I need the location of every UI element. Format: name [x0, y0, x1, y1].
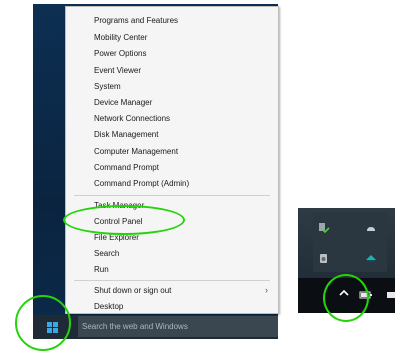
chevron-right-icon: › [265, 285, 268, 295]
menu-item-command-prompt-admin[interactable]: Command Prompt (Admin) [94, 176, 189, 192]
menu-item-shut-down-or-sign-out[interactable]: Shut down or sign out [94, 283, 171, 299]
defender-icon[interactable] [365, 252, 377, 264]
menu-separator [74, 280, 270, 281]
menu-item-device-manager[interactable]: Device Manager [94, 95, 152, 111]
safely-remove-hardware-icon[interactable] [318, 222, 330, 234]
menu-item-desktop[interactable]: Desktop [94, 299, 123, 315]
menu-item-programs-and-features[interactable]: Programs and Features [94, 13, 178, 29]
menu-item-search[interactable]: Search [94, 246, 119, 262]
power-user-menu: Programs and Features Mobility Center Po… [65, 6, 279, 314]
highlight-circle-start [15, 295, 71, 351]
onedrive-icon[interactable] [365, 222, 377, 234]
menu-item-command-prompt[interactable]: Command Prompt [94, 160, 159, 176]
highlight-circle-tray [323, 274, 369, 322]
menu-item-event-viewer[interactable]: Event Viewer [94, 63, 141, 79]
menu-item-power-options[interactable]: Power Options [94, 46, 146, 62]
hidden-icons-flyout [313, 212, 387, 272]
menu-item-disk-management[interactable]: Disk Management [94, 127, 158, 143]
network-icon[interactable] [387, 290, 395, 300]
taskbar-search-box[interactable]: Search the web and Windows [78, 316, 278, 337]
menu-item-mobility-center[interactable]: Mobility Center [94, 30, 147, 46]
highlight-ellipse-control-panel [63, 205, 185, 235]
menu-item-run[interactable]: Run [94, 262, 109, 278]
menu-item-network-connections[interactable]: Network Connections [94, 111, 170, 127]
menu-item-computer-management[interactable]: Computer Management [94, 144, 178, 160]
menu-item-system[interactable]: System [94, 79, 121, 95]
speaker-icon[interactable] [318, 252, 330, 264]
menu-separator [74, 195, 270, 196]
